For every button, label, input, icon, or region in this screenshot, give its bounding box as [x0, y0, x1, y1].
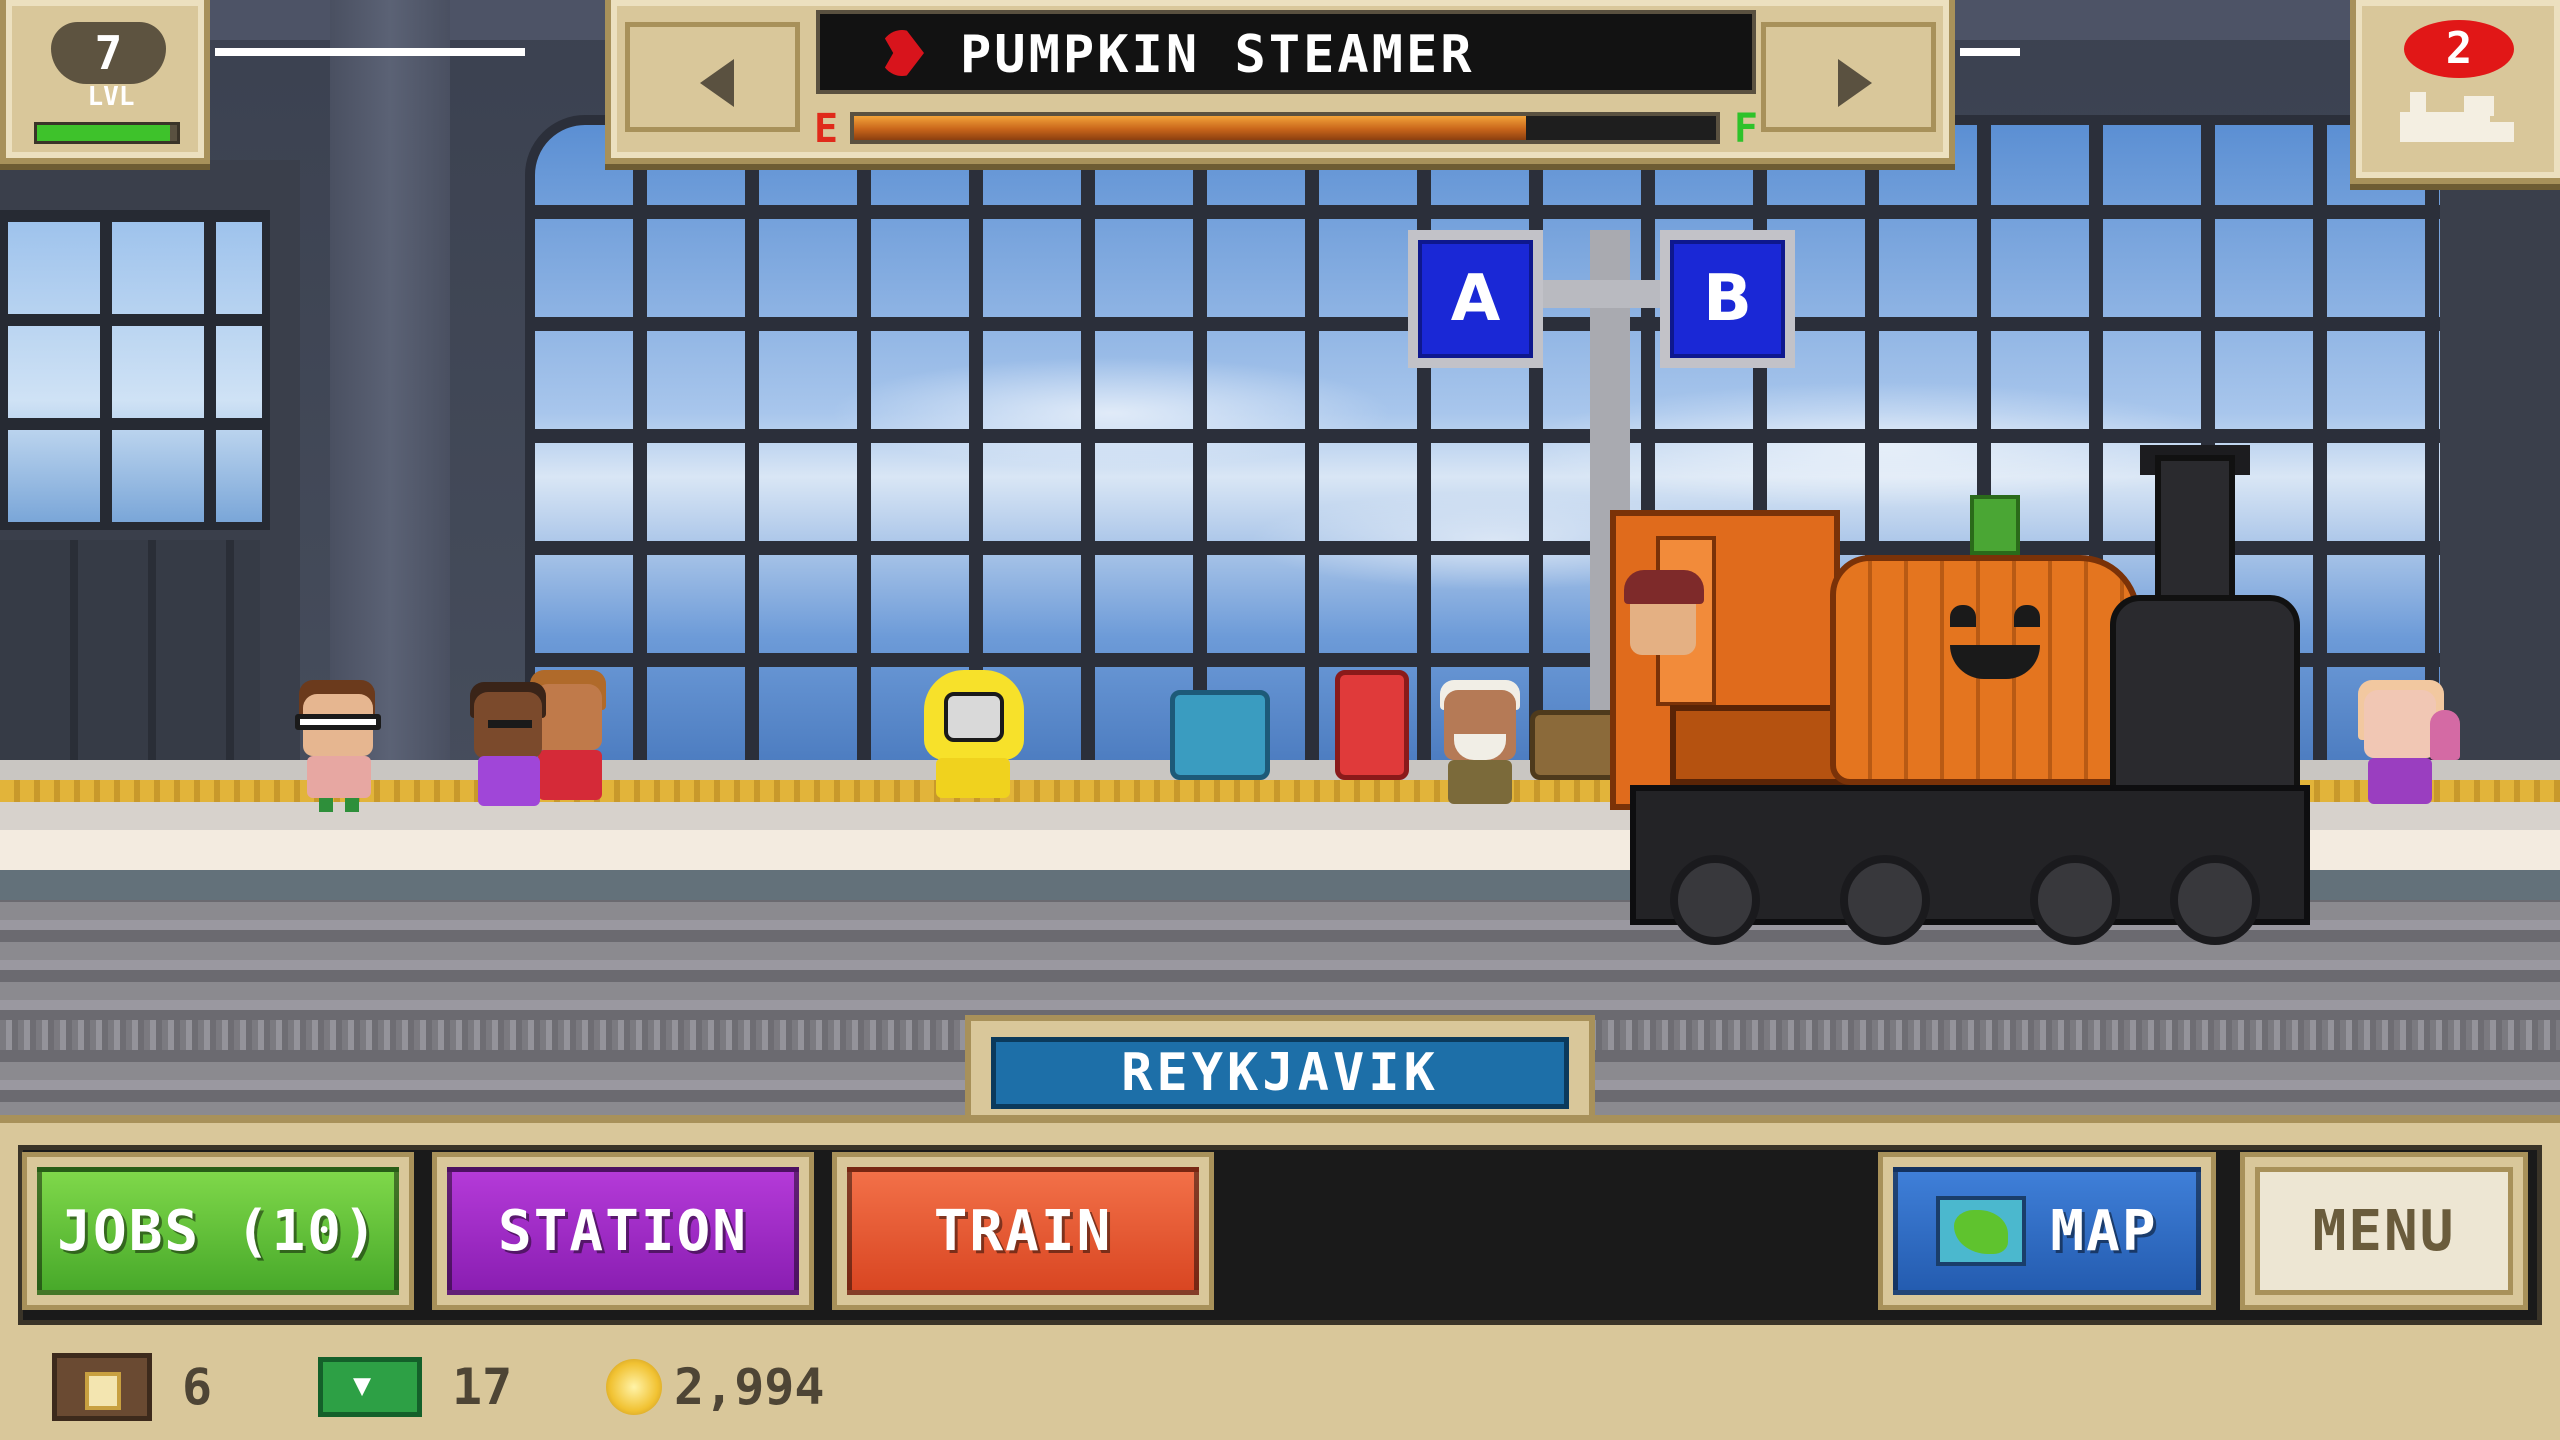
station-button-label: STATION	[497, 1198, 748, 1264]
fuel-fill	[854, 116, 1527, 140]
platform-sign-a-label: A	[1418, 240, 1533, 358]
tickets-badge[interactable]: 2	[2350, 0, 2560, 184]
red-train-icon	[880, 30, 924, 76]
level-badge[interactable]: 7 LVL	[0, 0, 210, 164]
train-wheel	[1840, 855, 1930, 945]
previous-train-button[interactable]	[625, 22, 800, 132]
platform-sign-a: A	[1408, 230, 1543, 368]
train-wheel	[2170, 855, 2260, 945]
train-selector: PUMPKIN STEAMER E F	[605, 0, 1955, 164]
menu-button[interactable]: MENU	[2240, 1152, 2528, 1310]
fuel-gauge: E F	[814, 106, 1758, 154]
fuel-full-label: F	[1733, 106, 1758, 152]
arrow-right-icon	[1838, 59, 1872, 107]
luggage-red-suitcase[interactable]	[1335, 670, 1409, 780]
passenger-hazmat[interactable]	[920, 670, 1030, 810]
coins-stat[interactable]: 2,994	[606, 1352, 825, 1422]
hud-divider-left	[215, 48, 525, 56]
passenger-glasses[interactable]	[285, 680, 395, 820]
cash-icon	[318, 1357, 422, 1417]
station-button[interactable]: STATION	[432, 1152, 814, 1310]
crate-icon	[52, 1353, 152, 1421]
cash-count: 17	[452, 1358, 513, 1416]
coins-count: 2,994	[674, 1358, 825, 1416]
jack-o-lantern-face	[1940, 605, 2050, 695]
map-button-label: MAP	[2050, 1198, 2158, 1264]
pillar-left	[330, 0, 450, 780]
game-scene: A B 7 LVL PUMPKIN STEAMER E F 2 REYKJAVI…	[0, 0, 2560, 1440]
level-progress-bar	[34, 122, 180, 144]
train-button[interactable]: TRAIN	[832, 1152, 1214, 1310]
crates-stat[interactable]: 6	[52, 1352, 212, 1422]
map-icon	[1936, 1196, 2027, 1266]
jobs-button[interactable]: JOBS (10)	[22, 1152, 414, 1310]
train-name-bar: PUMPKIN STEAMER	[816, 10, 1756, 94]
train-button-label: TRAIN	[933, 1198, 1113, 1264]
station-plate: REYKJAVIK	[965, 1015, 1595, 1125]
platform-sign-b-label: B	[1670, 240, 1785, 358]
conductor-hat	[1624, 570, 1704, 604]
station-name: REYKJAVIK	[991, 1037, 1569, 1109]
sign-bar	[1540, 280, 1680, 308]
luggage-brown-case[interactable]	[1530, 710, 1620, 780]
platform-sign-b: B	[1660, 230, 1795, 368]
arrow-left-icon	[700, 59, 734, 107]
coin-icon	[606, 1359, 662, 1415]
menu-button-label: MENU	[2312, 1198, 2456, 1264]
pumpkin-steamer-train[interactable]	[1610, 445, 2310, 955]
hud-divider-right	[1960, 48, 2020, 56]
passenger-girl[interactable]	[2350, 680, 2470, 820]
left-windows	[0, 210, 270, 530]
pumpkin-stem	[1970, 495, 2020, 555]
luggage-blue-bag[interactable]	[1170, 690, 1270, 780]
cash-stat[interactable]: 17	[318, 1352, 512, 1422]
level-number: 7	[51, 22, 166, 84]
jobs-button-label: JOBS (10)	[57, 1198, 379, 1264]
fuel-empty-label: E	[814, 106, 839, 152]
train-nameplate	[1670, 705, 1855, 785]
level-progress-fill	[37, 125, 170, 141]
locomotive-icon	[2400, 92, 2520, 152]
map-button[interactable]: MAP	[1878, 1152, 2216, 1310]
next-train-button[interactable]	[1761, 22, 1936, 132]
passenger-couple[interactable]	[470, 670, 620, 820]
tickets-count: 2	[2404, 20, 2514, 78]
level-label: LVL	[87, 82, 135, 112]
chimney	[2155, 455, 2235, 605]
train-wheel	[2030, 855, 2120, 945]
left-door	[0, 540, 260, 780]
fuel-track	[850, 112, 1720, 144]
train-name: PUMPKIN STEAMER	[960, 25, 1475, 85]
crates-count: 6	[182, 1358, 213, 1416]
train-wheel	[1670, 855, 1760, 945]
